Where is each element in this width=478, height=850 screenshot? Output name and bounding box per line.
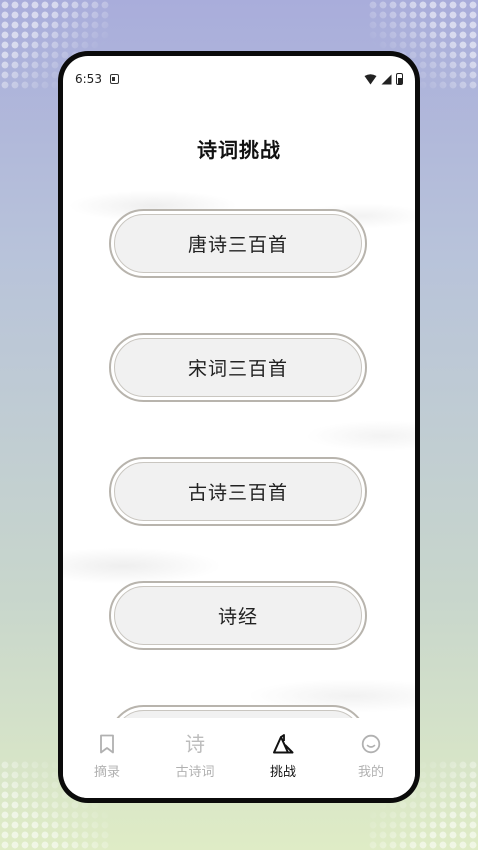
status-bar: 6:53 [75,66,403,92]
bottom-tab-bar: 摘录 诗 古诗词 挑战 我的 [63,718,415,798]
status-time: 6:53 [75,72,102,86]
sim-card-icon [109,74,119,84]
tab-label: 挑战 [269,765,296,780]
tab-excerpts[interactable]: 摘录 [63,718,151,798]
status-bar-left: 6:53 [75,72,119,86]
tab-label: 摘录 [93,765,120,780]
button-label: 宋词三百首 [114,338,362,397]
tab-label: 古诗词 [175,765,215,780]
tab-label: 我的 [357,765,384,780]
battery-icon [396,73,403,85]
ancient-poems-button[interactable]: 古诗三百首 [109,457,367,526]
phone-frame: 6:53 诗词挑战 唐诗三百首 宋词三百首 古诗三百首 诗经 摘录 诗 古诗词 … [58,51,420,803]
button-label: 唐诗三百首 [114,214,362,273]
smiley-face-icon [359,732,383,756]
challenge-list[interactable]: 唐诗三百首 宋词三百首 古诗三百首 诗经 [63,201,415,719]
song-ci-button[interactable]: 宋词三百首 [109,333,367,402]
button-label: 诗经 [114,586,362,645]
status-bar-right [364,73,403,85]
mountain-flag-icon [271,732,295,756]
wifi-icon [364,73,377,84]
page-title: 诗词挑战 [197,138,281,162]
shijing-button[interactable]: 诗经 [109,581,367,650]
cell-signal-icon [381,74,392,84]
tab-profile[interactable]: 我的 [327,718,415,798]
bookmark-icon [95,732,119,756]
icon-glyph: 诗 [185,732,205,756]
tab-challenge[interactable]: 挑战 [239,718,327,798]
partially-visible-button[interactable] [109,705,367,719]
button-label: 古诗三百首 [114,462,362,521]
tang-poems-button[interactable]: 唐诗三百首 [109,209,367,278]
tab-classical-poetry[interactable]: 诗 古诗词 [151,718,239,798]
shi-character-icon: 诗 [183,732,207,756]
app-screen: 6:53 诗词挑战 唐诗三百首 宋词三百首 古诗三百首 诗经 摘录 诗 古诗词 … [63,56,415,798]
